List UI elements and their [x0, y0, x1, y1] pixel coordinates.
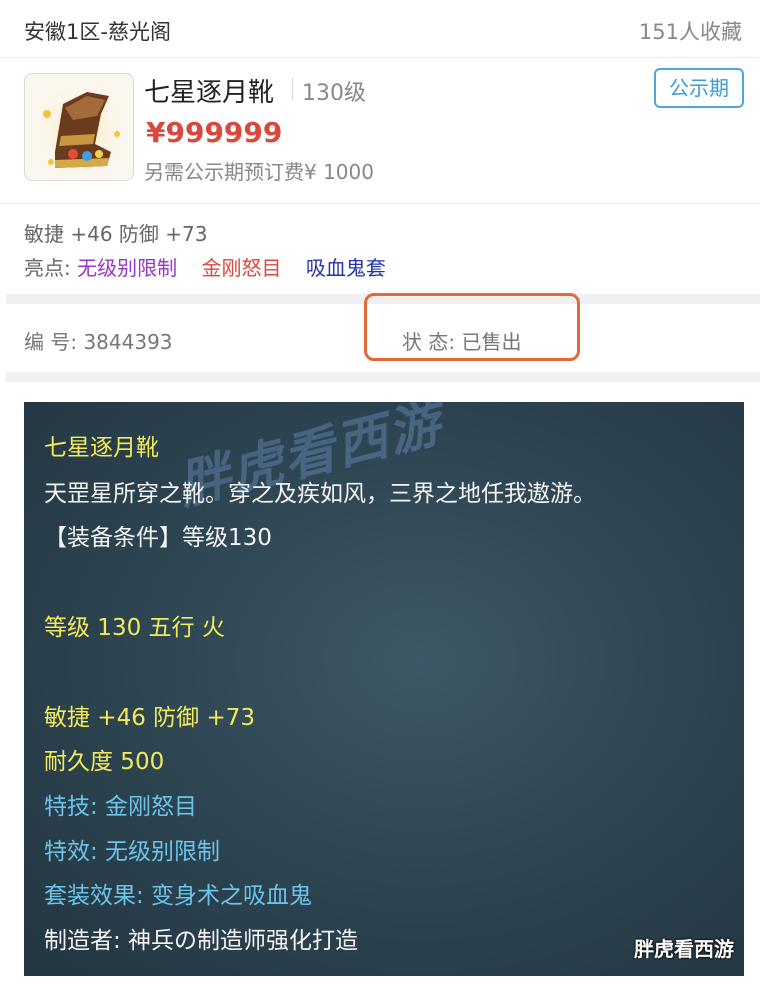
divider — [292, 78, 293, 100]
highlight-box — [364, 293, 580, 361]
desc-stats: 敏捷 +46 防御 +73 — [44, 705, 256, 731]
desc-durability: 耐久度 500 — [44, 749, 165, 775]
desc-maker: 制造者: 神兵の制造师强化打造 — [44, 928, 359, 954]
section-divider — [6, 372, 760, 382]
desc-requirement: 【装备条件】等级130 — [44, 525, 272, 551]
desc-set-effect: 套装效果: 变身术之吸血鬼 — [44, 883, 313, 909]
highlight-tag: 吸血鬼套 — [305, 256, 386, 280]
server-name: 安徽1区-慈光阁 — [24, 20, 171, 44]
desc-title: 七星逐月靴 — [44, 435, 159, 461]
highlights: 亮点: 无级别限制 金刚怒目 吸血鬼套 — [24, 252, 386, 281]
publicity-status-button[interactable]: 公示期 — [654, 68, 744, 108]
highlight-tag: 金刚怒目 — [201, 256, 282, 280]
item-name: 七星逐月靴 — [144, 78, 275, 108]
favorite-count[interactable]: 151人收藏 — [639, 16, 742, 46]
item-level: 130级 — [302, 81, 366, 106]
desc-level-element: 等级 130 五行 火 — [44, 615, 225, 641]
desc-flavor: 天罡星所穿之靴。穿之及疾如风，三界之地任我遨游。 — [44, 481, 596, 507]
item-description-panel: 胖虎看西游 七星逐月靴 天罡星所穿之靴。穿之及疾如风，三界之地任我遨游。 【装备… — [24, 402, 744, 976]
highlight-label: 亮点: — [24, 256, 71, 280]
server-row: 安徽1区-慈光阁 151人收藏 — [0, 0, 760, 58]
attribute-stats: 敏捷 +46 防御 +73 — [24, 222, 208, 246]
item-summary[interactable]: 七星逐月靴 130级 ¥999999 另需公示期预订费¥ 1000 公示期 — [0, 58, 760, 204]
desc-skill: 特技: 金刚怒目 — [44, 794, 198, 820]
highlight-tag: 无级别限制 — [77, 256, 178, 280]
boots-icon — [24, 73, 134, 181]
item-id: 编 号: 3844393 — [24, 330, 173, 354]
reservation-fee: 另需公示期预订费¥ 1000 — [144, 160, 374, 184]
item-price: ¥999999 — [146, 116, 283, 149]
corner-watermark: 胖虎看西游 — [634, 937, 734, 961]
desc-effect: 特效: 无级别限制 — [44, 839, 221, 865]
